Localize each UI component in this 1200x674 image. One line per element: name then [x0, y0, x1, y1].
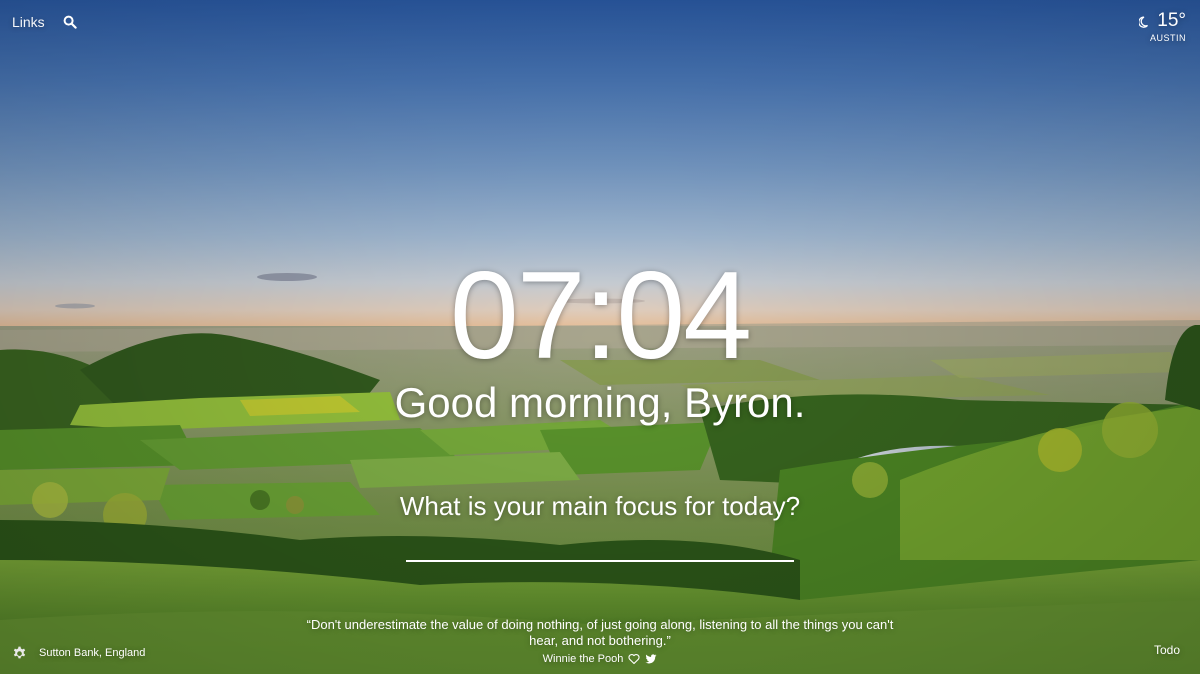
twitter-icon[interactable]	[645, 653, 657, 665]
search-icon[interactable]	[63, 15, 77, 29]
focus-input[interactable]	[406, 530, 794, 562]
moon-icon	[1138, 15, 1151, 28]
photo-location[interactable]: Sutton Bank, England	[39, 647, 145, 659]
weather-city: AUSTIN	[1149, 33, 1186, 43]
temperature: 15°	[1157, 10, 1186, 31]
gear-icon[interactable]	[12, 645, 27, 660]
clock: 07:04	[449, 247, 752, 385]
bottom-left-bar: Sutton Bank, England	[12, 645, 145, 660]
links-button[interactable]: Links	[12, 14, 45, 30]
todo-button[interactable]: Todo	[1154, 643, 1180, 657]
weather-widget[interactable]: 15° AUSTIN	[1138, 10, 1186, 43]
quote-text: “Don't underestimate the value of doing …	[306, 617, 894, 648]
greeting: Good morning, Byron.	[394, 379, 806, 426]
top-left-nav: Links	[12, 14, 77, 30]
heart-icon[interactable]	[628, 653, 640, 665]
weather-row: 15°	[1138, 10, 1186, 32]
focus-question: What is your main focus for today?	[399, 491, 801, 521]
quote-author: Winnie the Pooh	[542, 653, 624, 665]
quote-author-row: Winnie the Pooh	[0, 653, 1200, 665]
